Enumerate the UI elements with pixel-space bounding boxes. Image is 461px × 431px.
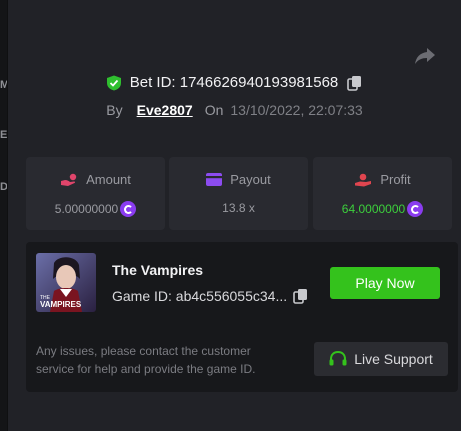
live-support-label: Live Support	[354, 351, 433, 367]
game-id-row: Game ID: ab4c556055c34...	[112, 288, 309, 304]
bet-meta-row: By Eve2807 On 13/10/2022, 22:07:33	[8, 102, 461, 118]
left-sidebar-edge: M E D	[0, 0, 8, 431]
sidebar-cut-letter: D	[0, 181, 7, 193]
bet-id-row: Bet ID: 1746626940193981568	[8, 74, 461, 91]
play-now-button[interactable]: Play Now	[330, 267, 440, 299]
profit-hand-icon	[355, 173, 372, 186]
game-id-text: Game ID: ab4c556055c34...	[112, 288, 288, 304]
thumbnail-caption: VAMPIRES	[40, 300, 82, 309]
bet-id-text: Bet ID: 1746626940193981568	[129, 74, 339, 91]
amount-stat-card: Amount 5.00000000	[26, 157, 165, 230]
share-icon[interactable]	[413, 44, 437, 68]
currency-coin-icon	[120, 201, 137, 217]
by-label: By	[106, 102, 123, 118]
amount-label: Amount	[86, 172, 131, 187]
headset-icon	[329, 351, 347, 366]
game-thumbnail[interactable]: THE VAMPIRES	[36, 253, 96, 312]
shield-check-icon	[106, 75, 121, 90]
profit-stat-card: Profit 64.0000000	[313, 157, 452, 230]
game-title: The Vampires	[112, 262, 204, 278]
support-help-text: Any issues, please contact the customer …	[36, 344, 256, 376]
sidebar-cut-letter: M	[0, 79, 7, 91]
payout-value: 13.8 x	[222, 201, 255, 215]
copy-icon[interactable]	[293, 288, 309, 304]
wallet-icon	[206, 173, 223, 186]
on-label: On	[204, 102, 224, 118]
bet-datetime: 13/10/2022, 22:07:33	[230, 102, 363, 118]
username-link[interactable]: Eve2807	[137, 102, 193, 118]
currency-coin-icon	[407, 201, 424, 217]
hand-coin-icon	[61, 173, 77, 186]
payout-stat-card: Payout 13.8 x	[169, 157, 308, 230]
copy-icon[interactable]	[347, 75, 363, 91]
bet-detail-panel: Bet ID: 1746626940193981568 By Eve2807 O…	[8, 0, 461, 431]
profit-value: 64.0000000	[341, 202, 406, 216]
live-support-button[interactable]: Live Support	[314, 342, 448, 376]
game-card: THE VAMPIRES The Vampires Game ID: ab4c5…	[26, 242, 458, 392]
payout-label: Payout	[230, 172, 271, 187]
amount-value: 5.00000000	[54, 202, 119, 216]
profit-label: Profit	[380, 172, 411, 187]
sidebar-cut-letter: E	[0, 129, 7, 141]
bet-details-screen: M E D Bet ID: 1746626940193981568 By Eve…	[0, 0, 461, 431]
